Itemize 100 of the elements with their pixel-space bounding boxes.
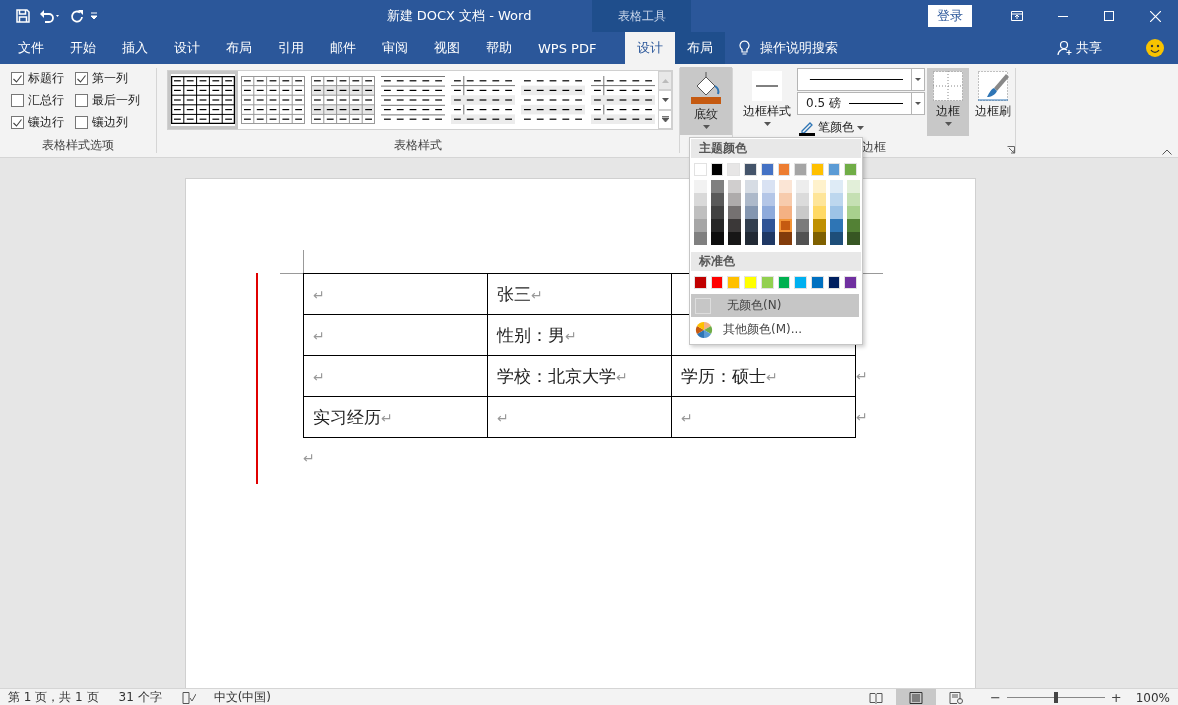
ribbon-tab[interactable]: 文件 — [5, 32, 57, 64]
zoom-slider[interactable] — [1053, 692, 1058, 703]
maximize-icon[interactable] — [1104, 11, 1114, 21]
color-swatch[interactable] — [847, 206, 860, 219]
ribbon-tab[interactable]: 布局 — [213, 32, 265, 64]
pen-color-button[interactable]: 笔颜色 — [797, 116, 925, 139]
color-swatch[interactable] — [694, 219, 707, 232]
color-swatch[interactable] — [745, 193, 758, 206]
ribbon-tab[interactable]: 视图 — [421, 32, 473, 64]
border-painter-button[interactable]: 边框刷 — [971, 68, 1015, 136]
redo-icon[interactable] — [70, 9, 84, 23]
color-swatch[interactable] — [830, 193, 843, 206]
ribbon-tab[interactable]: 邮件 — [317, 32, 369, 64]
color-swatch[interactable] — [779, 219, 792, 232]
zoom-out-button[interactable]: − — [989, 690, 1001, 705]
zoom-in-button[interactable]: + — [1110, 690, 1122, 705]
color-swatch[interactable] — [779, 193, 792, 206]
color-swatch[interactable] — [830, 232, 843, 245]
tell-me-search[interactable]: 操作说明搜索 — [760, 39, 839, 57]
ribbon-tab[interactable]: WPS PDF — [525, 32, 610, 64]
color-swatch[interactable] — [728, 193, 741, 206]
border-styles-button[interactable]: 边框样式 — [739, 68, 795, 136]
line-weight-dropdown[interactable]: 0.5 磅 — [797, 92, 925, 115]
color-swatch[interactable] — [762, 180, 775, 193]
gallery-more-button[interactable] — [658, 109, 672, 129]
style-option-checkbox[interactable]: 标题行 — [11, 70, 75, 87]
color-swatch[interactable] — [745, 219, 758, 232]
customize-icon[interactable] — [90, 12, 98, 20]
proofing-icon[interactable] — [181, 691, 196, 704]
color-swatch[interactable] — [796, 232, 809, 245]
color-swatch[interactable] — [694, 232, 707, 245]
color-swatch[interactable] — [745, 180, 758, 193]
ribbon-tab[interactable]: 设计 — [625, 32, 676, 64]
color-swatch[interactable] — [813, 232, 826, 245]
color-swatch[interactable] — [728, 206, 741, 219]
view-button[interactable] — [895, 688, 936, 705]
ribbon-tab[interactable]: 帮助 — [473, 32, 525, 64]
share-button[interactable]: 共享 — [1051, 32, 1108, 64]
color-swatch[interactable] — [711, 232, 724, 245]
color-swatch[interactable] — [762, 193, 775, 206]
color-swatch[interactable] — [711, 193, 724, 206]
line-style-dropdown[interactable] — [797, 68, 925, 91]
color-swatch[interactable] — [762, 232, 775, 245]
save-icon[interactable] — [16, 9, 30, 23]
style-option-checkbox[interactable]: 镶边行 — [11, 114, 75, 131]
dialog-launcher-icon[interactable] — [1007, 146, 1015, 154]
color-swatch[interactable] — [830, 219, 843, 232]
color-swatch[interactable] — [796, 193, 809, 206]
color-swatch[interactable] — [779, 180, 792, 193]
color-swatch[interactable] — [847, 180, 860, 193]
color-swatch[interactable] — [796, 180, 809, 193]
color-swatch[interactable] — [745, 232, 758, 245]
ribbon-tab[interactable]: 开始 — [57, 32, 109, 64]
style-option-checkbox[interactable]: 第一列 — [75, 70, 155, 87]
color-swatch[interactable] — [711, 180, 724, 193]
style-option-checkbox[interactable]: 最后一列 — [75, 92, 155, 109]
color-swatch[interactable] — [830, 206, 843, 219]
collapse-ribbon-icon[interactable] — [1162, 149, 1172, 155]
table-style-thumbnail[interactable] — [168, 71, 238, 129]
ribbon-display-icon[interactable] — [1011, 11, 1023, 21]
gallery-down-button[interactable] — [658, 90, 672, 110]
color-swatch[interactable] — [813, 219, 826, 232]
color-swatch[interactable] — [745, 206, 758, 219]
color-swatch[interactable] — [796, 219, 809, 232]
page-count[interactable]: 第 1 页，共 1 页 — [8, 689, 99, 705]
borders-button[interactable]: 边框 — [927, 68, 969, 136]
color-swatch[interactable] — [779, 206, 792, 219]
ribbon-tab[interactable]: 布局 — [675, 32, 726, 64]
color-swatch[interactable] — [728, 232, 741, 245]
smiley-icon[interactable] — [1146, 39, 1164, 57]
style-option-checkbox[interactable]: 镶边列 — [75, 114, 155, 131]
color-swatch[interactable] — [711, 206, 724, 219]
sign-in-button[interactable]: 登录 — [928, 5, 972, 27]
shading-button[interactable]: 底纹 — [680, 67, 732, 135]
no-color-item[interactable]: 无颜色(N) — [691, 294, 859, 317]
zoom-level[interactable]: 100% — [1135, 690, 1170, 705]
style-option-checkbox[interactable]: 汇总行 — [11, 92, 75, 109]
color-swatch[interactable] — [847, 232, 860, 245]
ribbon-tab[interactable]: 审阅 — [369, 32, 421, 64]
close-icon[interactable] — [1149, 10, 1161, 22]
color-swatch[interactable] — [813, 180, 826, 193]
ribbon-tab[interactable]: 设计 — [161, 32, 213, 64]
color-swatch[interactable] — [847, 193, 860, 206]
word-count[interactable]: 31 个字 — [118, 689, 162, 705]
lightbulb-icon[interactable] — [739, 40, 751, 56]
color-swatch[interactable] — [762, 219, 775, 232]
color-swatch[interactable] — [847, 219, 860, 232]
ribbon-tab[interactable]: 插入 — [109, 32, 161, 64]
color-swatch[interactable] — [711, 219, 724, 232]
color-swatch[interactable] — [830, 180, 843, 193]
color-swatch[interactable] — [694, 193, 707, 206]
language[interactable]: 中文(中国) — [213, 689, 271, 705]
color-swatch[interactable] — [779, 232, 792, 245]
color-swatch[interactable] — [694, 180, 707, 193]
minimize-icon[interactable] — [1058, 15, 1068, 17]
color-swatch[interactable] — [728, 180, 741, 193]
color-swatch[interactable] — [796, 206, 809, 219]
more-colors-item[interactable]: 其他颜色(M)... — [691, 318, 859, 341]
color-swatch[interactable] — [813, 193, 826, 206]
color-swatch[interactable] — [762, 206, 775, 219]
